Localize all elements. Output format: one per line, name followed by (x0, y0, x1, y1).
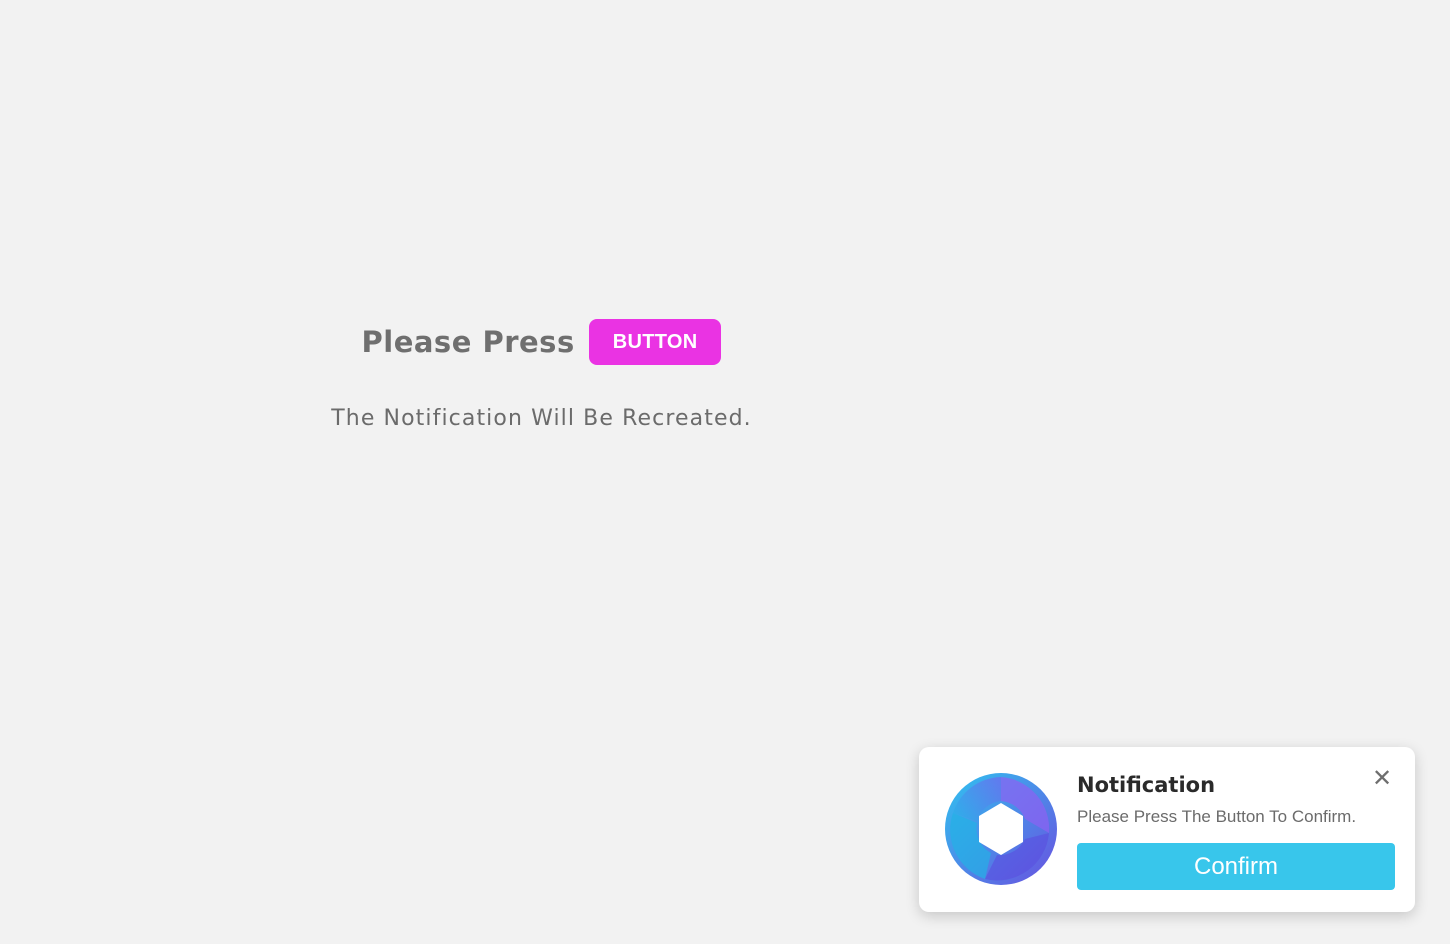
prompt-row: Please Press BUTTON (0, 318, 1083, 366)
notification-title: Notification (1077, 773, 1216, 797)
notification-toast: Notification Please Press The Button To … (919, 747, 1415, 912)
aperture-logo-icon (945, 773, 1057, 885)
close-icon[interactable]: ✕ (1367, 763, 1397, 793)
prompt-heading: Please Press (361, 325, 575, 359)
confirm-button[interactable]: Confirm (1077, 843, 1395, 890)
notification-message: Please Press The Button To Confirm. (1077, 807, 1357, 826)
prompt-subtext: The Notification Will Be Recreated. (331, 406, 752, 431)
trigger-button[interactable]: BUTTON (588, 319, 722, 365)
